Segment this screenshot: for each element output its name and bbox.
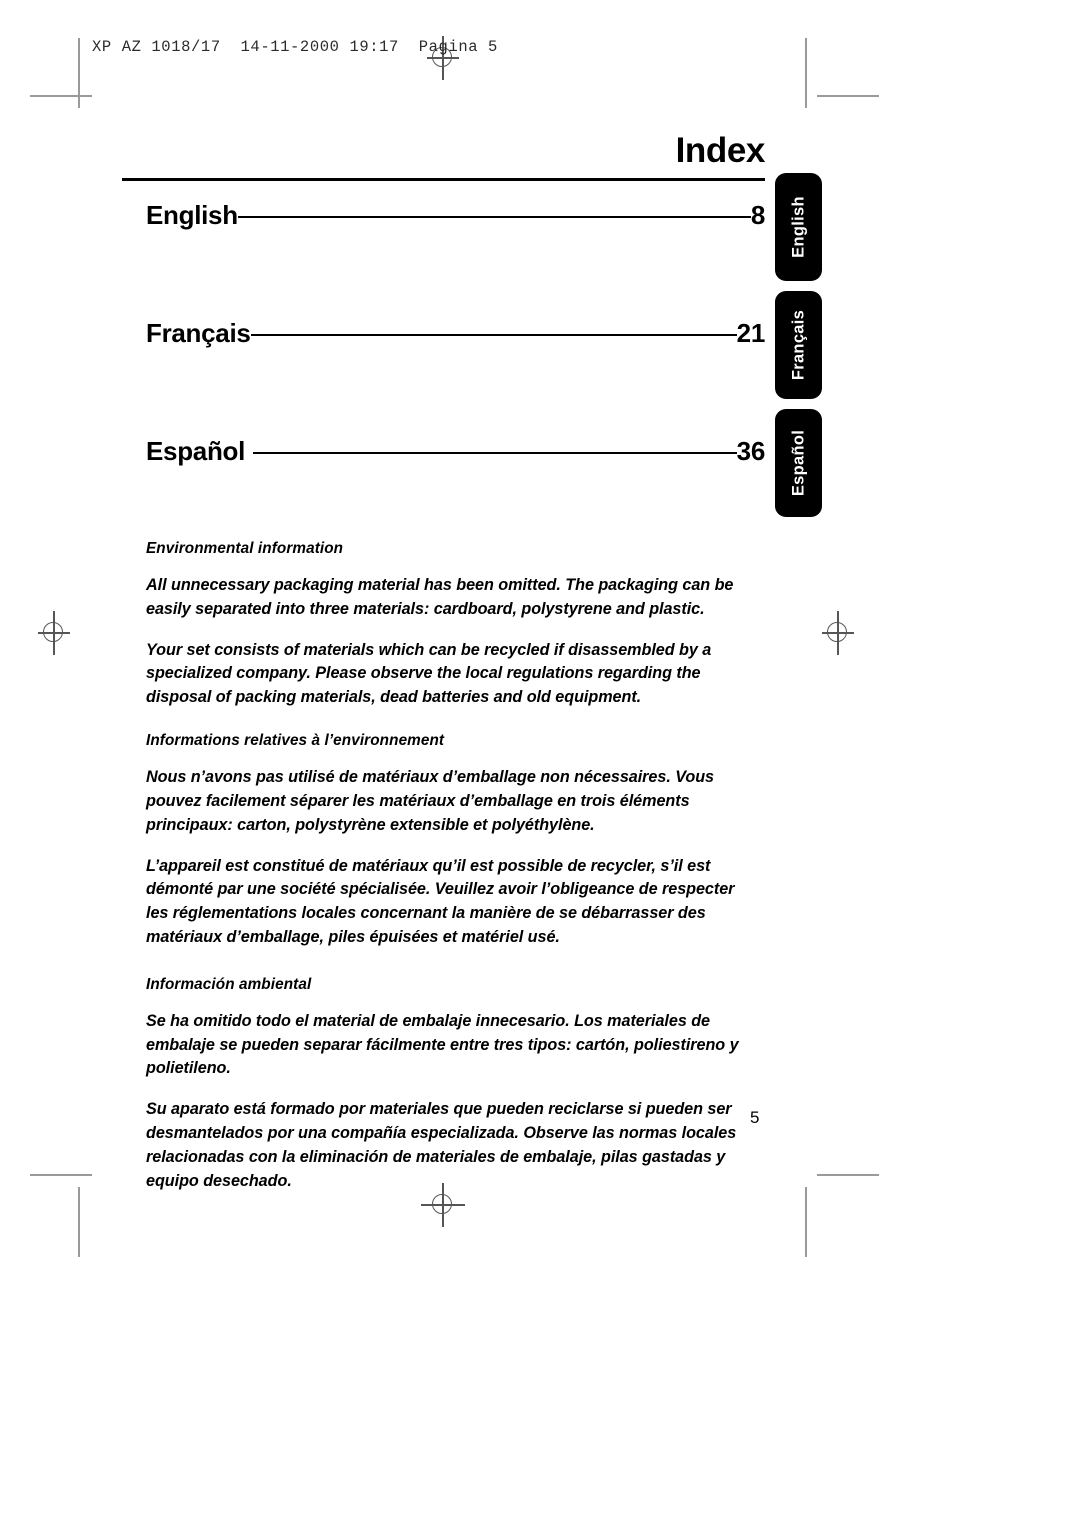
page-number: 5 [750,1108,760,1127]
section-paragraph: All unnecessary packaging material has b… [146,576,734,618]
registration-mark-left-middle [32,611,76,655]
side-tab-label: English [789,196,807,258]
page-title: Index [675,131,766,170]
crop-mark-bottom-left-horizontal [30,1174,92,1176]
section-paragraph: Se ha omitido todo el material de embala… [146,1011,739,1078]
title-divider [122,178,765,181]
section-paragraph: Su aparato está formado por materiales q… [146,1100,737,1190]
index-entry-english[interactable]: English 8 [146,200,765,318]
section-heading: Informations relatives à l’environnement [146,732,445,750]
index-entry-language: Español [146,436,246,466]
crop-mark-bottom-right-vertical [805,1187,807,1257]
index-entry-language: Français [146,318,251,348]
section-heading: Environmental information [146,540,344,557]
side-tab-francais[interactable]: Français [775,291,822,399]
crop-mark-top-right-horizontal [817,95,879,97]
index-entry-page: 8 [750,200,765,230]
side-tab-espanol[interactable]: Español [775,409,822,517]
crop-mark-top-right-vertical [805,38,807,108]
index-leader-line [253,452,737,454]
crop-mark-bottom-right-horizontal [817,1174,879,1176]
index-entry-francais[interactable]: Français 21 [146,318,765,436]
section-paragraph: L’appareil est constitué de matériaux qu… [146,856,735,946]
environmental-section-french: Informations relatives à l’environnement… [146,732,759,950]
registration-mark-right-middle [816,611,860,655]
environmental-section-spanish: Información ambiental Se ha omitido todo… [146,976,759,1194]
index-entry-page: 36 [736,436,766,466]
index-leader-line [237,216,751,218]
section-paragraph: Your set consists of materials which can… [146,640,712,707]
section-heading: Información ambiental [146,975,312,993]
film-slug-text: XP AZ 1018/17 14-11-2000 19:17 Pagina 5 [92,38,498,56]
section-paragraph: Nous n’avons pas utilisé de matériaux d’… [146,768,715,834]
side-tab-label: Français [789,309,807,381]
environmental-information-body: Environmental information All unnecessar… [146,540,759,1205]
index-entry-language: English [146,200,238,230]
crop-mark-bottom-left-vertical [78,1187,80,1257]
crop-mark-top-left-vertical [78,38,80,108]
side-tab-label: Español [789,429,807,497]
index-entry-page: 21 [736,318,766,348]
environmental-section-english: Environmental information All unnecessar… [146,540,759,710]
index-leader-line [250,334,737,336]
side-tab-english[interactable]: English [775,173,822,281]
index-list: English 8 Français 21 Español 36 [146,200,765,554]
index-entry-espanol[interactable]: Español 36 [146,436,765,554]
crop-mark-top-left-horizontal [30,95,92,97]
